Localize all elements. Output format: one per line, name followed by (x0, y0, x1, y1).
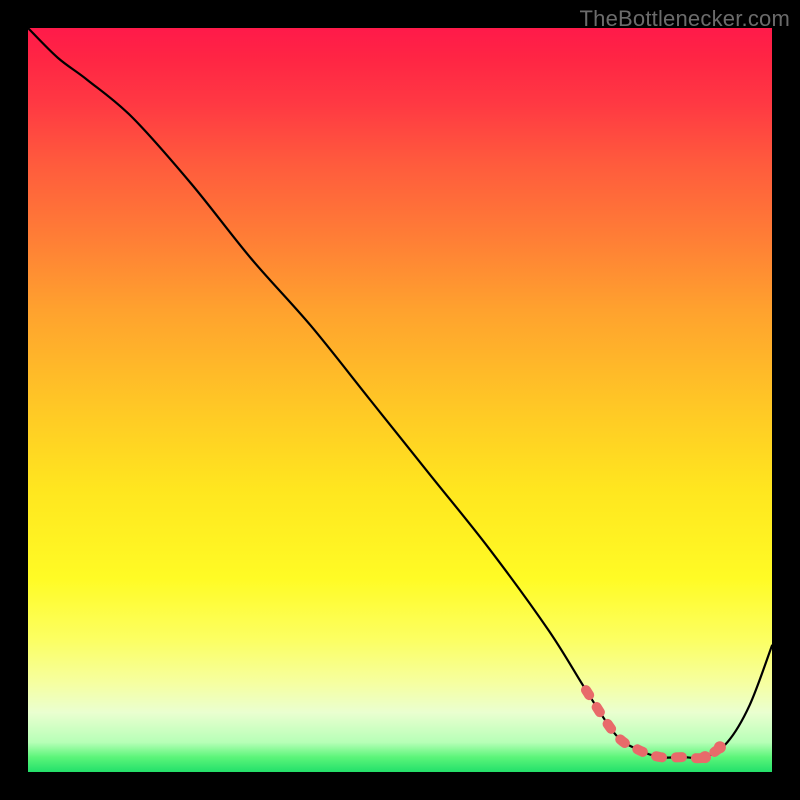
curve-line (28, 28, 772, 758)
plot-area (28, 28, 772, 772)
valley-dot (699, 751, 711, 763)
valley-dot (714, 741, 726, 753)
chart-frame: TheBottlenecker.com (0, 0, 800, 800)
valley-highlight (586, 690, 727, 758)
chart-svg (28, 28, 772, 772)
